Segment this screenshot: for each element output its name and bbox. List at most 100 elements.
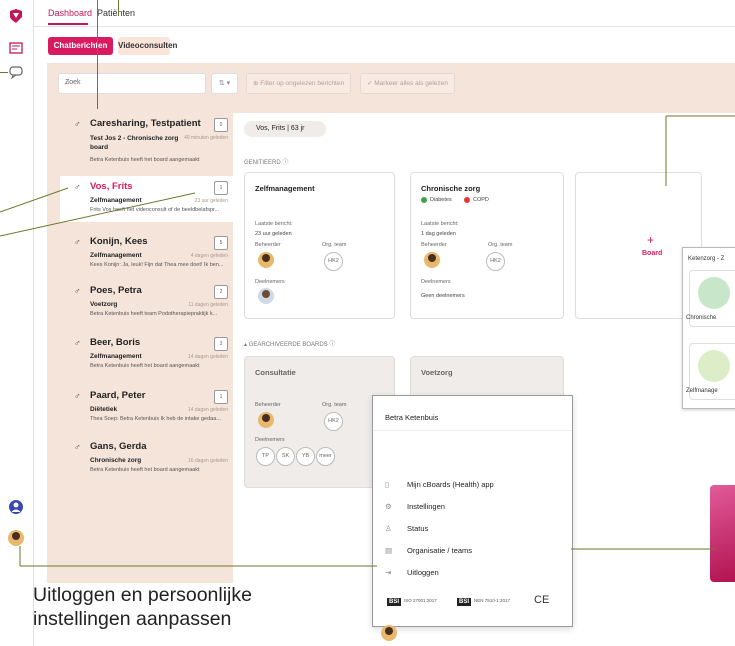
chronische-illustration-icon — [698, 277, 730, 309]
diabetes-dot — [421, 197, 427, 203]
conversation-name: Beer, Boris — [90, 337, 141, 348]
participant-more[interactable]: meer — [316, 447, 335, 466]
male-icon: ♂ — [74, 338, 81, 348]
menu-item-label: Organisatie / teams — [407, 546, 473, 555]
no-participants: Geen deelnemers — [421, 293, 465, 299]
participant-initials: YB — [296, 447, 315, 466]
participants-label: Deelnemers — [421, 279, 451, 285]
phone-icon: ▯ — [385, 480, 390, 489]
cert-nen: NEN 7510-1:2017 — [474, 598, 511, 603]
conversation-message: Betra Ketenbuis heeft het board aangemaa… — [90, 157, 200, 163]
cert-iso: ISO 27001:2017 — [404, 598, 437, 603]
board-title: Voetzorg — [421, 368, 453, 377]
zelfmanagement-illustration-icon — [698, 350, 730, 382]
bsi-logo-icon: BSI — [457, 598, 472, 606]
tab-patienten[interactable]: Patiënten — [97, 8, 135, 18]
conversation-item[interactable]: ♂ Caresharing, Testpatient Test Jos 2 - … — [60, 113, 234, 173]
board-title: Consultatie — [255, 368, 296, 377]
ketenzorg-card[interactable]: Zelfmanage — [686, 343, 735, 400]
section-archived-label[interactable]: ▴ GEARCHIVEERDE BOARDS ⓘ — [244, 339, 335, 348]
conversation-time: 4 dagen geleden — [190, 253, 228, 259]
conversation-name: Poes, Petra — [90, 285, 142, 296]
last-message-label: Laatste bericht: — [421, 221, 459, 227]
participant-initials: TP — [256, 447, 275, 466]
menu-divider — [373, 430, 572, 431]
add-board-label: Board — [642, 250, 663, 257]
conversation-time: 14 dagen geleden — [187, 354, 228, 360]
unread-count-badge: 1 — [214, 390, 228, 404]
search-icon: ⌕ — [65, 77, 71, 87]
conversation-topic: Chronische zorg — [90, 457, 142, 464]
conversation-name: Konijn, Kees — [90, 236, 148, 247]
conversation-item[interactable]: ♂ Beer, Boris Zelfmanagement 14 dagen ge… — [60, 332, 234, 392]
conversation-time: 11 dagen geleden — [188, 302, 228, 308]
logo-icon[interactable] — [8, 8, 24, 24]
menu-item-label: Mijn cBoards (Health) app — [407, 480, 494, 489]
menu-user-name: Betra Ketenbuis — [385, 413, 439, 422]
menu-anchor-avatar[interactable] — [381, 625, 397, 641]
gear-icon: ⚙ — [385, 502, 392, 511]
patient-pill[interactable]: Vos, Frits | 63 jr — [244, 121, 326, 137]
bsi-logo-icon: BSI — [387, 598, 402, 606]
person-icon: ♙ — [385, 524, 392, 533]
filter-unread-button[interactable]: ⊕ Filter op ongelezen berichten — [246, 73, 352, 94]
search-input[interactable]: Zoek ⌕ — [58, 73, 206, 94]
tab-dashboard[interactable]: Dashboard — [48, 8, 92, 18]
subtab-videoconsulten[interactable]: Videoconsulten — [118, 37, 177, 55]
conversation-name: Caresharing, Testpatient — [90, 118, 201, 129]
conversation-time: 14 dagen geleden — [187, 407, 228, 413]
section-started-label: GENITIEERD ⓘ — [244, 160, 289, 166]
male-icon: ♂ — [74, 119, 81, 129]
ketenzorg-card[interactable]: Chronische — [686, 270, 735, 327]
manager-avatar — [424, 252, 440, 268]
logout-icon: ⇥ — [385, 568, 392, 577]
conversation-topic: Diëtetiek — [90, 406, 118, 413]
mark-read-label: Markeer alles als gelezen — [374, 80, 448, 87]
org-team-label: Org. team — [488, 242, 513, 248]
ketenzorg-title: Ketenzorg - Z — [688, 256, 725, 262]
conversation-item[interactable]: ♂ Poes, Petra Voetzorg 11 dagen geleden … — [60, 280, 234, 340]
caption-text: Uitloggen en persoonlijke instellingen a… — [33, 584, 252, 630]
conversation-item[interactable]: ♂ Vos, Frits Zelfmanagement 23 uur geled… — [60, 176, 234, 222]
conversation-name: Vos, Frits — [90, 181, 133, 192]
participants-label: Deelnemers — [255, 279, 285, 285]
male-icon: ♂ — [74, 182, 81, 192]
last-message-time: 1 dag geleden — [421, 231, 456, 237]
male-icon: ♂ — [74, 237, 81, 247]
board-card[interactable]: Zelfmanagement Laatste bericht: 23 uur g… — [244, 172, 395, 319]
last-message-time: 23 uur geleden — [255, 231, 292, 237]
copd-dot — [464, 197, 470, 203]
profile-avatar[interactable] — [8, 530, 24, 546]
conversation-time: 16 dagen geleden — [187, 458, 228, 464]
ketenzorg-item-label: Zelfmanage — [686, 388, 718, 394]
plus-icon: + — [647, 233, 655, 247]
unread-count-badge: 2 — [214, 285, 228, 299]
mark-read-button[interactable]: ✓ Markeer alles als gelezen — [360, 73, 455, 94]
callout-line — [0, 72, 8, 73]
board-card[interactable]: Chronische zorg Diabetes COPD Laatste be… — [410, 172, 564, 319]
dashboard-icon[interactable] — [8, 40, 24, 56]
conversation-message: Betra Ketenbuis heeft het board aangemaa… — [90, 467, 200, 473]
menu-item-label: Instellingen — [407, 502, 445, 511]
conversation-topic: Test Jos 2 - Chronische zorg board — [90, 135, 179, 151]
sort-button[interactable]: ⇅ ▾ — [211, 73, 238, 94]
callout-line — [97, 0, 98, 109]
section-started-text: GENITIEERD — [244, 160, 281, 166]
subtab-chatberichten[interactable]: Chatberichten — [48, 37, 113, 55]
participant-avatar — [258, 288, 274, 304]
manager-avatar — [258, 412, 274, 428]
org-team-label: Org. team — [322, 402, 347, 408]
promo-banner[interactable] — [710, 485, 735, 582]
unread-count-badge: 0 — [214, 118, 228, 132]
conversation-message: Kees Konijn: Ja, leuk! Fijn dat Thea mee… — [90, 262, 224, 268]
conversation-name: Paard, Peter — [90, 390, 146, 401]
chat-icon[interactable] — [8, 64, 24, 80]
ketenzorg-popup[interactable]: Ketenzorg - Z Chronische Zelfmanage — [682, 247, 735, 409]
conversation-message: Betra Ketenbuis heeft het board aangemaa… — [90, 363, 200, 369]
user-status-icon[interactable] — [8, 499, 24, 515]
conversation-item[interactable]: ♂ Gans, Gerda Chronische zorg 16 dagen g… — [60, 436, 234, 496]
conversation-time: 49 minuten geleden — [184, 135, 228, 141]
org-team-badge: HK2 — [324, 252, 343, 271]
participant-initials: SK — [276, 447, 295, 466]
active-tab-indicator — [48, 23, 88, 25]
